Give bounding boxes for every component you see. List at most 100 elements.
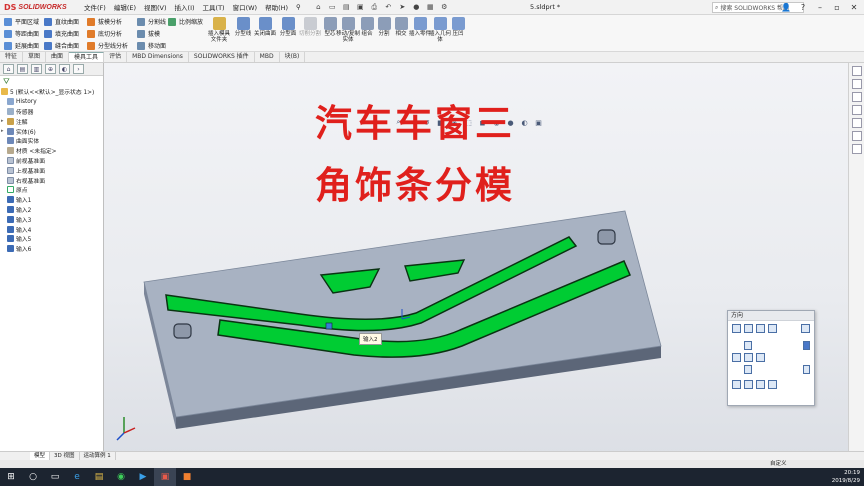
- home-icon[interactable]: ⌂: [313, 2, 324, 12]
- print-icon[interactable]: ⎙: [369, 2, 380, 12]
- four-view-icon[interactable]: [768, 380, 777, 389]
- tree-item-right-plane[interactable]: 右视基准面: [1, 175, 103, 185]
- tab-mold-tools[interactable]: 模具工具: [69, 52, 105, 62]
- ribbon-knit-surface[interactable]: 缝合曲面: [44, 40, 79, 51]
- tree-root[interactable]: 5 (默认<<默认>_显示状态 1>): [1, 87, 103, 97]
- help-icon[interactable]: ?: [795, 1, 811, 13]
- forum-icon[interactable]: [851, 144, 862, 154]
- options-icon[interactable]: ⚙: [439, 2, 450, 12]
- tab-surfaces[interactable]: 曲面: [46, 52, 70, 62]
- tree-item-top-plane[interactable]: 上视基准面: [1, 165, 103, 175]
- ribbon-offset-surface[interactable]: 等距曲面: [4, 28, 39, 39]
- units-selector[interactable]: 自定义: [770, 460, 787, 468]
- ribbon-parting-lines[interactable]: 分型线: [231, 17, 255, 37]
- ribbon-indent[interactable]: 压凹: [446, 17, 470, 37]
- tab-mbd[interactable]: MBD: [255, 52, 280, 62]
- tab-motion-study[interactable]: 运动算例 1: [80, 452, 116, 460]
- view-palette-icon[interactable]: [851, 105, 862, 115]
- ribbon-split-line[interactable]: 分割线: [137, 16, 166, 27]
- design-library-icon[interactable]: [851, 79, 862, 89]
- menu-window[interactable]: 窗口(W): [229, 2, 262, 12]
- solidworks-taskbar-icon[interactable]: ▣: [154, 468, 176, 486]
- maximize-icon[interactable]: ▫: [829, 1, 845, 13]
- tree-item-import3[interactable]: 输入3: [1, 214, 103, 224]
- pin-dialog-icon[interactable]: [801, 324, 810, 333]
- undo-icon[interactable]: ↶: [383, 2, 394, 12]
- tab-sketch[interactable]: 草图: [23, 52, 47, 62]
- left-view-icon[interactable]: [732, 353, 741, 362]
- solidworks-resources-icon[interactable]: [851, 66, 862, 76]
- graphics-area[interactable]: ⌕ ⌖ ↺ ◧ ◈ ⬚ ◼ ◉ ● ◐ ▣ 汽车车窗三 角饰条分模 输入2 方向: [104, 63, 864, 456]
- tab-features[interactable]: 特征: [0, 52, 24, 62]
- bottom-view-icon[interactable]: [744, 365, 752, 374]
- front-view-icon[interactable]: [744, 353, 753, 362]
- wechat-icon[interactable]: ◉: [110, 468, 132, 486]
- ribbon-fill-surface[interactable]: 填充曲面: [44, 28, 79, 39]
- close-icon[interactable]: ✕: [846, 1, 862, 13]
- tree-item-import6[interactable]: 输入6: [1, 244, 103, 254]
- ribbon-draft-analysis[interactable]: 拔模分析: [87, 16, 128, 27]
- update-view-icon[interactable]: [756, 324, 765, 333]
- display-manager-tab-icon[interactable]: ◐: [59, 64, 70, 74]
- ribbon-extend-surface[interactable]: 延展曲面: [4, 40, 39, 51]
- menu-file[interactable]: 文件(F): [80, 2, 110, 12]
- property-manager-tab-icon[interactable]: ▤: [17, 64, 28, 74]
- menu-insert[interactable]: 插入(I): [171, 2, 199, 12]
- tree-item-import5[interactable]: 输入5: [1, 234, 103, 244]
- user-icon[interactable]: 👤: [778, 1, 794, 13]
- rebuild-icon[interactable]: ●: [411, 2, 422, 12]
- tab-evaluate[interactable]: 评估: [104, 52, 128, 62]
- tree-item-sensors[interactable]: 传感器: [1, 107, 103, 117]
- select-icon[interactable]: ➤: [397, 2, 408, 12]
- save-icon[interactable]: ▣: [355, 2, 366, 12]
- custom-properties-icon[interactable]: [851, 131, 862, 141]
- dimxpert-tab-icon[interactable]: ⊕: [45, 64, 56, 74]
- tree-item-import4[interactable]: 输入4: [1, 224, 103, 234]
- search-taskbar-icon[interactable]: ○: [22, 468, 44, 486]
- appearances-icon[interactable]: [851, 118, 862, 128]
- ribbon-parting-surfaces[interactable]: 分型面: [276, 17, 300, 37]
- ribbon-insert-mold-folder[interactable]: 插入模具文件夹: [207, 17, 231, 43]
- tree-item-history[interactable]: History: [1, 97, 103, 107]
- isometric-view-icon[interactable]: [802, 341, 810, 350]
- tab-solidworks-addins[interactable]: SOLIDWORKS 插件: [189, 52, 255, 62]
- solidworks-logo[interactable]: DS SOLIDWORKS: [0, 0, 72, 15]
- view-selector-icon[interactable]: [732, 324, 741, 333]
- start-icon[interactable]: ⊞: [0, 468, 22, 486]
- ribbon-ruled-surface[interactable]: 直纹曲面: [44, 16, 79, 27]
- tab-3d-views[interactable]: 3D 视图: [50, 452, 80, 460]
- right-view-icon[interactable]: [756, 353, 765, 362]
- menu-tools[interactable]: 工具(T): [199, 2, 229, 12]
- tree-item-origin[interactable]: 原点: [1, 185, 103, 195]
- normal-to-icon[interactable]: [802, 365, 810, 374]
- file-properties-icon[interactable]: ▦: [425, 2, 436, 12]
- ribbon-draft[interactable]: 拔模: [137, 28, 166, 39]
- tree-item-material[interactable]: 材质 <未指定>: [1, 146, 103, 156]
- menu-help[interactable]: 帮助(H): [261, 2, 292, 12]
- filter-icon[interactable]: ⛛: [0, 76, 103, 87]
- ribbon-parting-line-analysis[interactable]: 分型线分析: [87, 40, 128, 51]
- system-clock[interactable]: 20:19 2019/8/29: [832, 469, 860, 485]
- ribbon-shut-off-surfaces[interactable]: 关闭曲面: [253, 17, 277, 37]
- menu-edit[interactable]: 编辑(E): [110, 2, 140, 12]
- tab-mbd-dimensions[interactable]: MBD Dimensions: [127, 52, 189, 62]
- file-explorer-taskbar-icon[interactable]: ▤: [88, 468, 110, 486]
- top-view-icon[interactable]: [744, 341, 752, 350]
- new-view-icon[interactable]: [744, 324, 753, 333]
- ribbon-planar-surface[interactable]: 平面区域: [4, 16, 39, 27]
- pin-icon[interactable]: ⚲: [292, 3, 305, 11]
- tree-item-annotations[interactable]: ▸ 注解: [1, 116, 103, 126]
- new-document-icon[interactable]: ▭: [327, 2, 338, 12]
- expand-panel-icon[interactable]: ›: [73, 64, 84, 74]
- reset-view-icon[interactable]: [768, 324, 777, 333]
- task-view-icon[interactable]: ▭: [44, 468, 66, 486]
- media-icon[interactable]: ▶: [132, 468, 154, 486]
- tree-item-surface-bodies[interactable]: 曲面实体: [1, 136, 103, 146]
- tree-item-solid-bodies[interactable]: ▸ 实体(6): [1, 126, 103, 136]
- two-view-vertical-icon[interactable]: [756, 380, 765, 389]
- edge-icon[interactable]: e: [66, 468, 88, 486]
- file-explorer-icon[interactable]: [851, 92, 862, 102]
- tab-blocks[interactable]: 块(B): [280, 52, 306, 62]
- single-view-icon[interactable]: [732, 380, 741, 389]
- open-icon[interactable]: ▤: [341, 2, 352, 12]
